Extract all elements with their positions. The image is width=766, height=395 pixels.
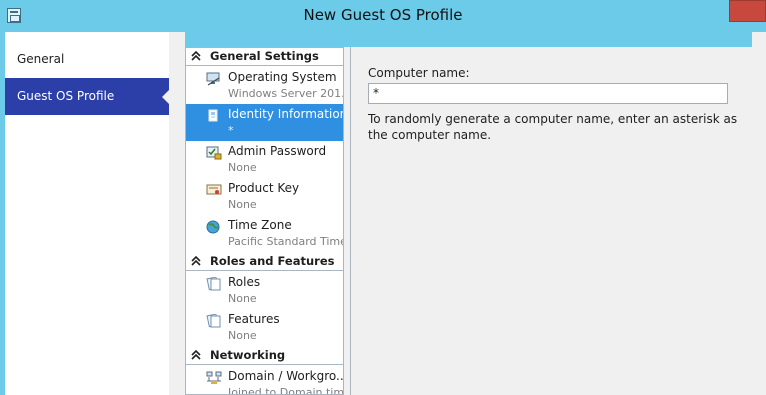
item-value: None bbox=[228, 292, 257, 305]
group-header-label: General Settings bbox=[210, 49, 319, 63]
network-computers-icon bbox=[206, 371, 222, 384]
panel-gap bbox=[169, 32, 185, 395]
detail-pane: Computer name: * To randomly generate a … bbox=[350, 47, 752, 395]
nav-item-guest-os-profile[interactable]: Guest OS Profile bbox=[5, 78, 170, 115]
item-name: Admin Password bbox=[228, 144, 327, 158]
password-lock-icon bbox=[206, 146, 222, 160]
group-header-label: Networking bbox=[210, 348, 286, 362]
group-header-general-settings[interactable]: General Settings bbox=[186, 48, 343, 66]
group-header-roles-and-features[interactable]: Roles and Features bbox=[186, 253, 343, 271]
window-edge bbox=[752, 32, 766, 395]
window-title: New Guest OS Profile bbox=[303, 6, 463, 24]
settings-item-features[interactable]: Features None bbox=[186, 309, 343, 346]
close-button[interactable] bbox=[729, 0, 766, 22]
roles-pages-icon bbox=[206, 277, 221, 291]
group-header-label: Roles and Features bbox=[210, 254, 335, 268]
settings-item-identity-information[interactable]: Identity Information * bbox=[186, 104, 343, 141]
wizard-navigation: General Guest OS Profile bbox=[5, 32, 170, 395]
settings-item-operating-system[interactable]: Operating System Windows Server 201... bbox=[186, 67, 343, 104]
settings-list: General Settings Operating System Window… bbox=[185, 47, 344, 395]
collapse-chevron-icon[interactable] bbox=[191, 350, 201, 360]
computer-icon bbox=[206, 72, 220, 86]
product-key-certificate-icon bbox=[206, 184, 222, 195]
settings-item-admin-password[interactable]: Admin Password None bbox=[186, 141, 343, 178]
settings-item-domain-workgroup[interactable]: Domain / Workgro... Joined to Domain tim… bbox=[186, 366, 344, 395]
collapse-chevron-icon[interactable] bbox=[191, 256, 201, 266]
item-name: Domain / Workgro... bbox=[228, 369, 344, 383]
nav-item-label: General bbox=[17, 52, 65, 66]
item-name: Time Zone bbox=[228, 218, 292, 232]
item-value: Joined to Domain tim... bbox=[228, 386, 344, 395]
nav-item-general[interactable]: General bbox=[5, 41, 169, 78]
settings-item-roles[interactable]: Roles None bbox=[186, 272, 343, 309]
item-name: Identity Information bbox=[228, 107, 344, 121]
item-value: * bbox=[228, 124, 234, 137]
computer-name-input[interactable]: * bbox=[368, 83, 728, 104]
item-name: Features bbox=[228, 312, 280, 326]
nav-item-label: Guest OS Profile bbox=[17, 89, 115, 103]
group-header-networking[interactable]: Networking bbox=[186, 347, 343, 365]
identity-card-icon bbox=[208, 109, 218, 122]
title-bar: New Guest OS Profile bbox=[0, 0, 766, 32]
item-value: None bbox=[228, 198, 257, 211]
collapse-chevron-icon[interactable] bbox=[191, 51, 201, 61]
item-name: Roles bbox=[228, 275, 261, 289]
computer-name-label: Computer name: bbox=[368, 66, 470, 80]
features-pages-icon bbox=[206, 314, 221, 328]
settings-item-product-key[interactable]: Product Key None bbox=[186, 178, 343, 215]
item-value: Pacific Standard Time bbox=[228, 235, 344, 248]
item-name: Product Key bbox=[228, 181, 300, 195]
item-value: None bbox=[228, 161, 257, 174]
globe-clock-icon bbox=[206, 220, 220, 234]
item-name: Operating System bbox=[228, 70, 337, 84]
computer-name-help-text: To randomly generate a computer name, en… bbox=[368, 112, 738, 142]
settings-item-time-zone[interactable]: Time Zone Pacific Standard Time bbox=[186, 215, 343, 252]
item-value: Windows Server 201... bbox=[228, 87, 344, 100]
item-value: None bbox=[228, 329, 257, 342]
